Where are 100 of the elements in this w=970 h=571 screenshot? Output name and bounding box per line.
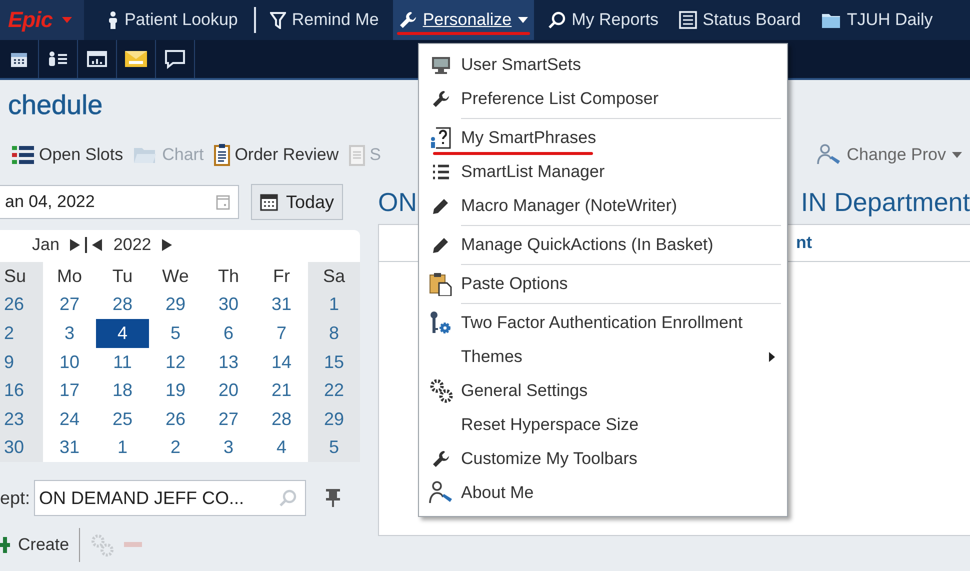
calendar-day[interactable]: 29 xyxy=(308,404,360,434)
menu-item[interactable]: Manage QuickActions (In Basket) xyxy=(419,228,787,262)
menu-item[interactable]: SmartList Manager xyxy=(419,155,787,189)
calendar-day[interactable]: 3 xyxy=(202,434,255,462)
change-provider-button[interactable]: Change Prov xyxy=(816,144,962,166)
menu-item[interactable]: My SmartPhrases xyxy=(419,121,787,155)
plus-icon xyxy=(0,537,10,553)
calendar-day[interactable]: 1 xyxy=(308,290,360,320)
calendar-day[interactable]: 30 xyxy=(202,290,255,320)
calendar-day[interactable]: 5 xyxy=(149,319,202,348)
weekday-label: We xyxy=(161,264,190,288)
person-swap-icon xyxy=(816,144,841,166)
calendar-day[interactable]: 4 xyxy=(96,319,149,348)
menu-bar-item[interactable]: Patient Lookup xyxy=(102,0,244,40)
calendar-month: Jan xyxy=(32,235,60,255)
next-year-icon[interactable] xyxy=(161,238,174,252)
calendar-icon xyxy=(260,193,278,211)
calendar-day[interactable]: 29 xyxy=(149,290,202,320)
toolbar-button[interactable]: Order Review xyxy=(214,144,339,166)
menu-item[interactable]: General Settings xyxy=(419,374,787,408)
calendar-day[interactable]: 10 xyxy=(43,348,96,376)
calendar-day[interactable]: 31 xyxy=(255,290,308,320)
create-button[interactable]: Create xyxy=(0,535,70,555)
pencil-icon xyxy=(432,197,450,215)
calendar-day[interactable]: 4 xyxy=(255,434,308,462)
calendar-day[interactable]: 2 xyxy=(0,319,43,348)
calendar-day[interactable]: 26 xyxy=(0,290,43,320)
paste-icon xyxy=(429,272,453,296)
weekday-label: Mo xyxy=(56,264,83,288)
calendar-day[interactable]: 19 xyxy=(149,376,202,405)
calendar-day[interactable]: 3 xyxy=(43,319,96,348)
department-heading: ON xyxy=(378,186,417,218)
person-swap-icon xyxy=(429,481,453,505)
menu-item[interactable]: Themes xyxy=(419,340,787,374)
person-list-icon[interactable] xyxy=(48,51,68,67)
menu-item[interactable]: Reset Hyperspace Size xyxy=(419,408,787,442)
help-document-icon xyxy=(430,127,452,149)
next-month-icon[interactable] xyxy=(69,238,82,252)
menu-item[interactable]: About Me xyxy=(419,476,787,510)
calendar-day[interactable]: 23 xyxy=(0,404,43,434)
menu-item[interactable]: Preference List Composer xyxy=(419,82,787,116)
calendar-day[interactable]: 6 xyxy=(202,319,255,348)
calendar-day[interactable]: 1 xyxy=(96,434,149,462)
calendar-day[interactable]: 17 xyxy=(43,376,96,405)
calendar-day[interactable]: 5 xyxy=(308,434,360,462)
clipboard-icon xyxy=(214,144,230,166)
date-field[interactable]: an 04, 2022 xyxy=(0,185,239,219)
envelope-icon[interactable] xyxy=(124,50,148,68)
previous-year-icon[interactable] xyxy=(91,238,104,252)
calendar-day[interactable]: 24 xyxy=(43,404,96,434)
calendar-day[interactable]: 7 xyxy=(255,319,308,348)
calendar-day[interactable]: 8 xyxy=(308,319,360,348)
calendar-day[interactable]: 26 xyxy=(149,404,202,434)
calendar-day[interactable]: 22 xyxy=(308,376,360,405)
menu-bar-item[interactable]: Remind Me xyxy=(264,0,385,40)
calendar-day[interactable]: 31 xyxy=(43,434,96,462)
menu-bar-item[interactable]: My Reports xyxy=(542,0,665,40)
calendar-day[interactable]: 28 xyxy=(255,404,308,434)
list-board-icon xyxy=(678,11,697,29)
calendar-day[interactable]: 25 xyxy=(96,404,149,434)
chat-bubble-icon[interactable] xyxy=(164,49,186,69)
monitor-icon xyxy=(431,56,451,74)
pin-icon[interactable] xyxy=(326,488,340,508)
calendar-day[interactable]: 21 xyxy=(255,376,308,405)
calendar-day[interactable]: 14 xyxy=(255,348,308,376)
department-label: ept: xyxy=(0,488,30,508)
menu-bar-item[interactable]: Status Board xyxy=(672,0,807,40)
calendar-day[interactable]: 12 xyxy=(149,348,202,376)
calendar-day[interactable]: 30 xyxy=(0,434,43,462)
weekday-label: Su xyxy=(0,262,43,291)
calendar-day[interactable]: 9 xyxy=(0,348,43,376)
menu-bar-item[interactable]: Personalize xyxy=(392,0,534,40)
gears-icon xyxy=(428,378,454,404)
menu-item[interactable]: Two Factor Authentication Enrollment xyxy=(419,306,787,340)
calendar-day[interactable]: 18 xyxy=(96,376,149,405)
department-field[interactable]: ON DEMAND JEFF CO... xyxy=(34,480,306,516)
menu-bar-item[interactable]: TJUH Daily xyxy=(814,0,939,40)
calendar-day[interactable]: 2 xyxy=(149,434,202,462)
folder-icon xyxy=(820,11,841,29)
person-icon xyxy=(108,11,118,29)
calendar-day[interactable]: 28 xyxy=(96,290,149,320)
clipboard-icon xyxy=(348,144,365,166)
calendar-icon[interactable] xyxy=(11,51,27,67)
calendar-day[interactable]: 20 xyxy=(202,376,255,405)
menu-item[interactable]: Paste Options xyxy=(419,267,787,301)
menu-item[interactable]: Macro Manager (NoteWriter) xyxy=(419,189,787,223)
menu-item[interactable]: Customize My Toolbars xyxy=(419,442,787,476)
today-button[interactable]: Today xyxy=(251,184,344,220)
folder-icon xyxy=(133,146,158,164)
chart-window-icon[interactable] xyxy=(87,51,107,67)
toolbar-button[interactable]: Open Slots xyxy=(12,145,124,165)
column-header[interactable]: nt xyxy=(796,233,812,253)
calendar-day[interactable]: 11 xyxy=(96,348,149,376)
calendar-day[interactable]: 16 xyxy=(0,376,43,405)
calendar-day[interactable]: 13 xyxy=(202,348,255,376)
wrench-icon xyxy=(432,90,450,108)
calendar-day[interactable]: 15 xyxy=(308,348,360,376)
calendar-day[interactable]: 27 xyxy=(202,404,255,434)
calendar-day[interactable]: 27 xyxy=(43,290,96,320)
caret-icon xyxy=(952,152,962,158)
